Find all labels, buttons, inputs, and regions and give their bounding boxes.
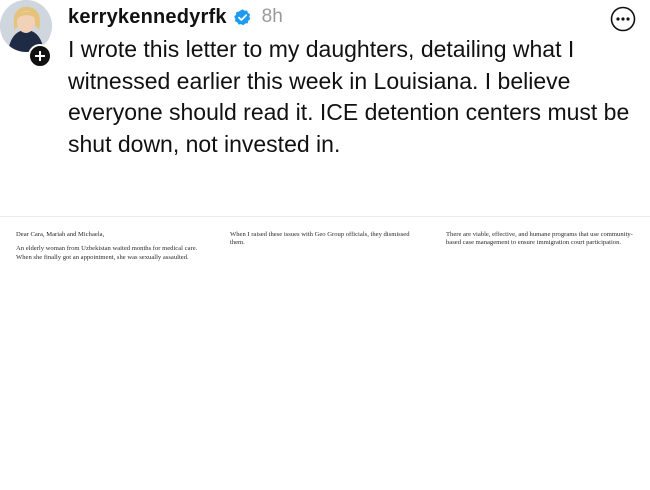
author-row: kerrykennedyrfk 8h (68, 0, 283, 34)
letter-image[interactable]: Dear Cara, Mariah and Michaela, An elder… (0, 216, 650, 490)
verified-badge-icon (233, 8, 250, 25)
username[interactable]: kerrykennedyrfk (68, 6, 227, 29)
follow-plus-icon[interactable] (28, 44, 52, 68)
letter-column-1: Dear Cara, Mariah and Michaela, An elder… (16, 231, 210, 268)
letter-column-2: When I raised these issues with Geo Grou… (230, 231, 424, 254)
letter-paragraph: There are viable, effective, and humane … (446, 231, 633, 247)
letter-column-3: There are viable, effective, and humane … (446, 231, 640, 254)
letter-paragraph: Dear Cara, Mariah and Michaela, (16, 231, 105, 238)
letter-paragraph: An elderly woman from Uzbekistan waited … (16, 245, 198, 261)
more-icon[interactable] (610, 6, 636, 32)
post-caption: I wrote this letter to my daughters, det… (68, 36, 630, 157)
post-timestamp: 8h (261, 6, 283, 27)
letter-paragraph: When I raised these issues with Geo Grou… (230, 231, 410, 247)
post-header: kerrykennedyrfk 8h I wrote this letter t… (0, 0, 650, 200)
avatar-container[interactable] (0, 0, 56, 68)
